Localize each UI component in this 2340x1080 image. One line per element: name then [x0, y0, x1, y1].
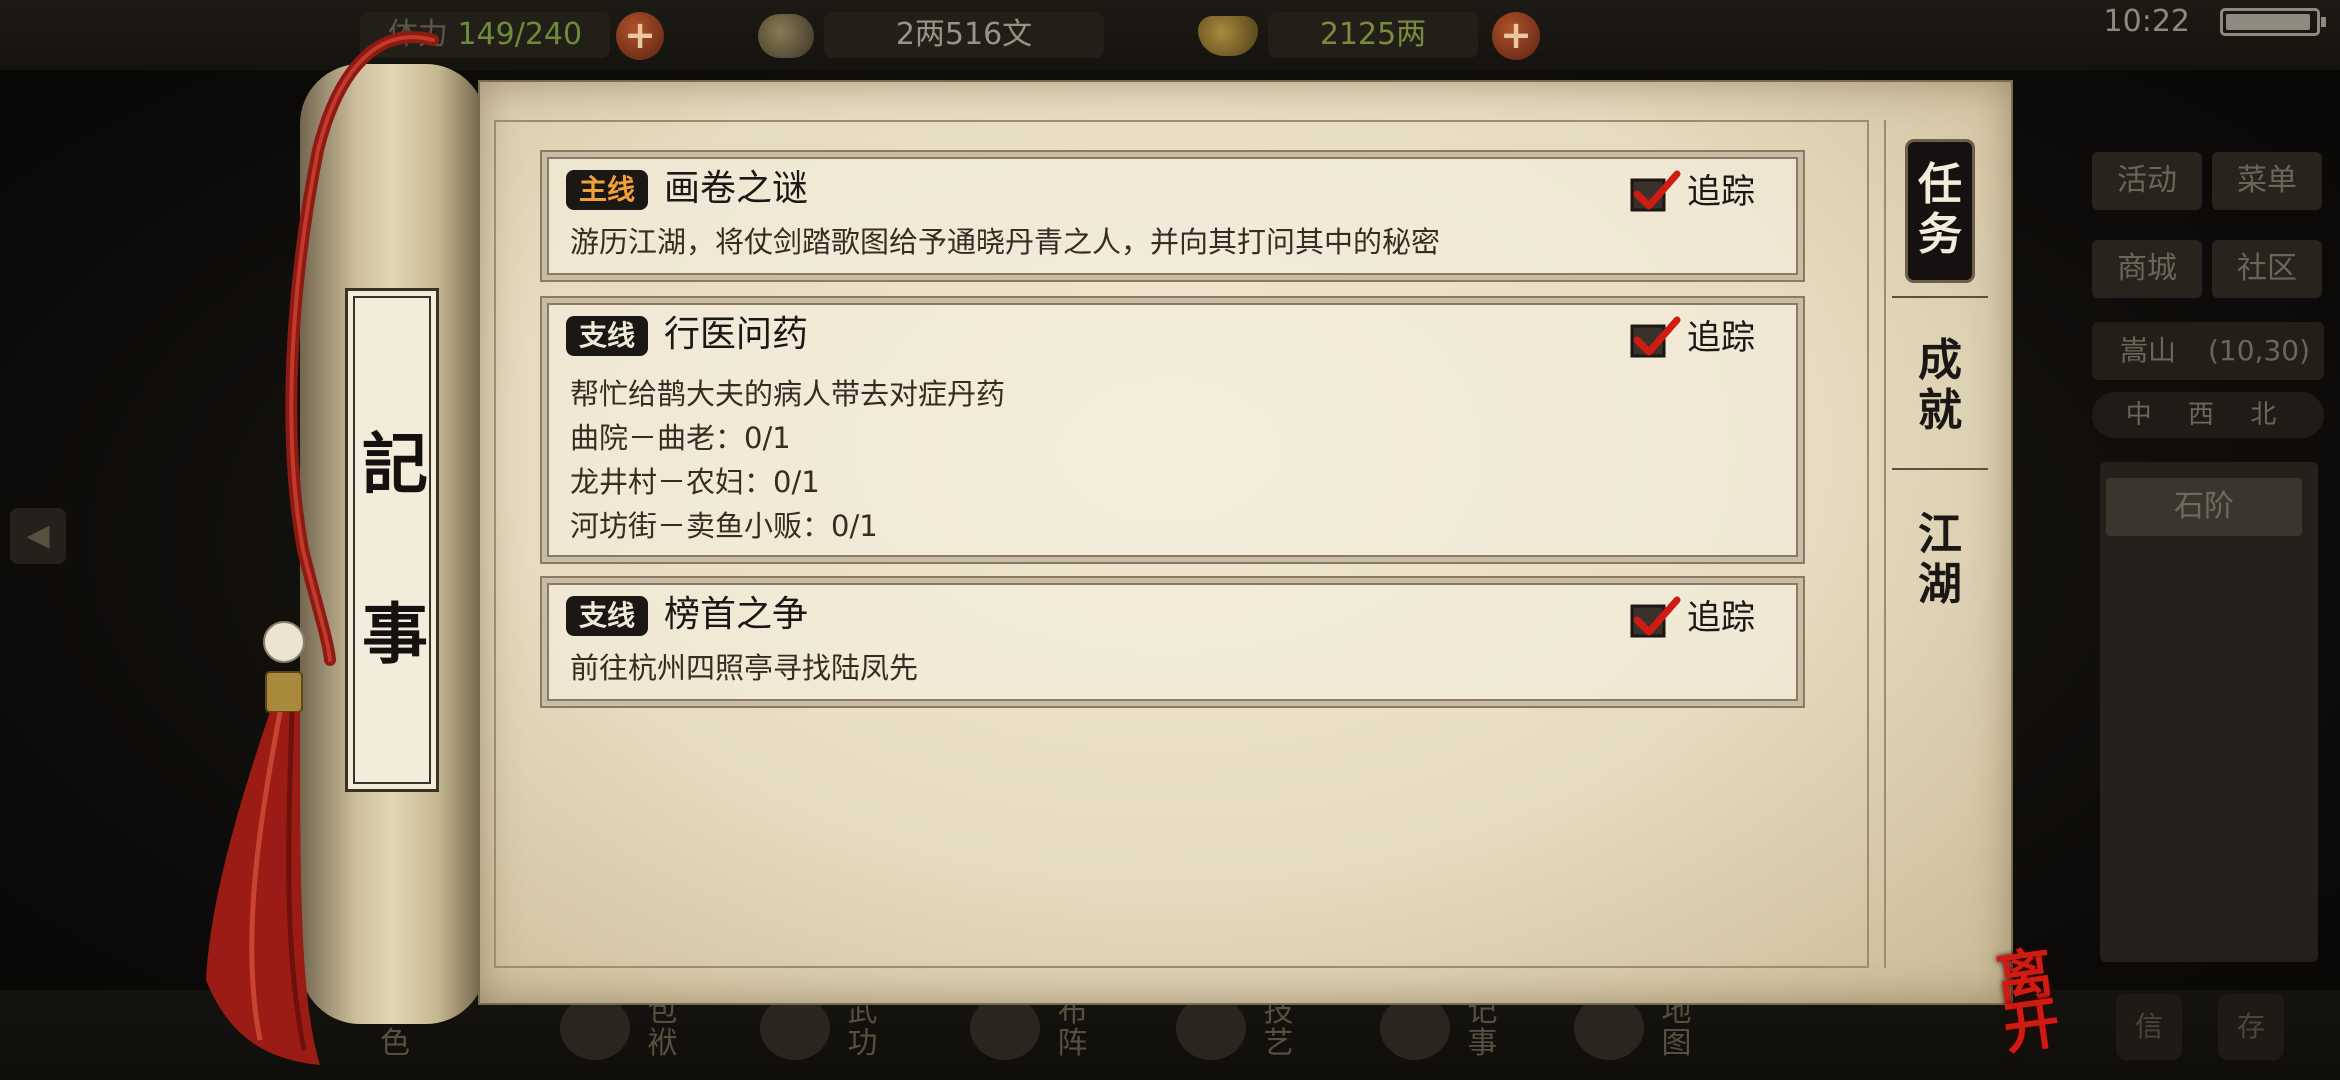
track-label: 追踪 [1687, 598, 1755, 638]
community-button[interactable]: 社区 [2212, 240, 2322, 298]
tab-achievements[interactable]: 成 就 [1908, 336, 1972, 440]
compass-bar: 中 西 北 [2092, 392, 2324, 438]
track-label: 追踪 [1687, 318, 1755, 358]
quest-type-badge: 支线 [566, 316, 648, 356]
location-coords: (10,30) [2207, 334, 2310, 367]
tab-separator [1892, 296, 1988, 298]
nav-map[interactable]: 地图 [1574, 996, 1696, 1076]
nav-formation-label: 布阵 [1057, 994, 1088, 1061]
tab-quests-char-2: 务 [1918, 209, 1962, 260]
clock: 10:22 [2103, 4, 2190, 39]
stamina-label: 体力 [387, 17, 448, 52]
checkbox-checked-icon [1630, 596, 1681, 638]
tab-divider [1884, 120, 1886, 968]
scroll-title-plaque: 記 事 [345, 288, 439, 792]
nav-journal[interactable]: 记事 [1380, 996, 1502, 1076]
track-toggle[interactable]: 追踪 [1629, 168, 1779, 216]
top-status-bar: 体力 149/240 + 2两516文 2125两 + 10:22 [0, 0, 2340, 70]
quest-title: 画卷之谜 [664, 168, 809, 209]
minimap-panel [2100, 462, 2318, 962]
stamina-value: 149/240 [457, 17, 583, 52]
nav-skill-label: 技艺 [1263, 994, 1294, 1061]
location-name: 嵩山 [2120, 334, 2177, 367]
quest-objective: 河坊街－卖鱼小贩：0/1 [570, 509, 878, 543]
activity-button[interactable]: 活动 [2092, 152, 2202, 210]
track-toggle[interactable]: 追踪 [1629, 314, 1779, 362]
quest-title: 榜首之争 [664, 594, 809, 635]
checkbox-checked-icon [1630, 170, 1681, 212]
quest-objective: 曲院－曲老：0/1 [570, 421, 791, 455]
track-toggle[interactable]: 追踪 [1629, 594, 1779, 642]
mail-button[interactable]: 信 [2116, 994, 2182, 1060]
quest-desc: 帮忙给鹊大夫的病人带去对症丹药 [570, 377, 1006, 411]
checkbox-checked-icon [1630, 316, 1681, 358]
scroll-title-char-2: 事 [362, 595, 428, 673]
shop-button[interactable]: 商城 [2092, 240, 2202, 298]
nav-bag-label: 包袱 [647, 994, 678, 1061]
tab-achievements-char-2: 就 [1918, 385, 1962, 436]
quest-card-main[interactable]: 主线 画卷之谜 追踪 游历江湖，将仗剑踏歌图给予通晓丹青之人，并向其打问其中的秘… [540, 150, 1805, 282]
nav-martial-arts-label: 武功 [847, 994, 878, 1061]
quest-card-side[interactable]: 支线 行医问药 追踪 帮忙给鹊大夫的病人带去对症丹药 曲院－曲老：0/1 龙井村… [540, 296, 1805, 564]
silver-coin-icon [758, 14, 814, 58]
add-stamina-button[interactable]: + [616, 12, 664, 60]
gold-display: 2125两 [1268, 12, 1478, 58]
tab-jianghu[interactable]: 江 湖 [1908, 510, 1972, 614]
silver-display: 2两516文 [824, 12, 1104, 58]
quest-card-side[interactable]: 支线 榜首之争 追踪 前往杭州四照亭寻找陆凤先 [540, 576, 1805, 708]
nav-map-label: 地图 [1661, 994, 1692, 1061]
nav-journal-label: 记事 [1467, 994, 1498, 1061]
storage-button[interactable]: 存 [2218, 994, 2284, 1060]
tab-quests[interactable]: 任 务 [1908, 142, 1972, 280]
nav-formation[interactable]: 布阵 [970, 996, 1092, 1076]
location-display: 嵩山 (10,30) [2092, 322, 2324, 380]
quest-desc: 前往杭州四照亭寻找陆凤先 [570, 651, 919, 685]
tab-jianghu-char-1: 江 [1918, 509, 1962, 560]
nav-bag[interactable]: 包袱 [560, 996, 682, 1076]
quest-type-badge: 主线 [566, 170, 648, 210]
game-screen: 体力 149/240 + 2两516文 2125两 + 10:22 ◀ 活动 菜… [0, 0, 2340, 1080]
nav-skill[interactable]: 技艺 [1176, 996, 1298, 1076]
battery-icon [2220, 8, 2326, 36]
scroll-title-char-1: 記 [362, 425, 428, 503]
leave-button[interactable]: 离开 [1992, 940, 2111, 1063]
track-label: 追踪 [1687, 172, 1755, 212]
tab-quests-char-1: 任 [1918, 159, 1962, 210]
map-icon [1574, 996, 1644, 1060]
menu-button[interactable]: 菜单 [2212, 152, 2322, 210]
left-arrow-icon[interactable]: ◀ [10, 508, 66, 564]
martial-arts-icon [760, 996, 830, 1060]
map-node-label: 石阶 [2174, 489, 2234, 524]
quest-desc: 游历江湖，将仗剑踏歌图给予通晓丹青之人，并向其打问其中的秘密 [570, 225, 1441, 259]
gold-ingot-icon [1198, 16, 1258, 56]
quest-objective: 龙井村－农妇：0/1 [570, 465, 820, 499]
add-gold-button[interactable]: + [1492, 12, 1540, 60]
quest-title: 行医问药 [664, 314, 809, 355]
formation-icon [970, 996, 1040, 1060]
nav-martial-arts[interactable]: 武功 [760, 996, 882, 1076]
skill-icon [1176, 996, 1246, 1060]
map-node-stone-steps[interactable]: 石阶 [2106, 478, 2302, 536]
tab-achievements-char-1: 成 [1918, 335, 1962, 386]
tab-separator [1892, 468, 1988, 470]
stamina-display: 体力 149/240 [360, 12, 610, 58]
bag-icon [560, 996, 630, 1060]
journal-icon [1380, 996, 1450, 1060]
quest-type-badge: 支线 [566, 596, 648, 636]
tab-jianghu-char-2: 湖 [1918, 559, 1962, 610]
